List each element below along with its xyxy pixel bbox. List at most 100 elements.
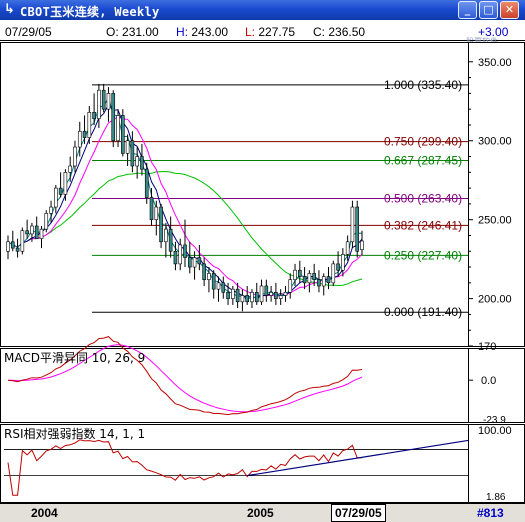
candle-body: [360, 240, 364, 250]
open-value: 231.00: [122, 25, 159, 39]
year-label-2004: 2004: [31, 506, 58, 520]
candle-body: [164, 228, 168, 243]
close-label: C:: [313, 25, 325, 39]
time-axis-bar: 2004 2005 07/29/05 #813: [0, 503, 525, 522]
candle-body: [317, 279, 321, 287]
candle-body: [245, 295, 249, 303]
candle-body: [101, 89, 106, 110]
candle-body: [226, 292, 230, 299]
fib-label-0.000: 0.000 (191.40): [384, 305, 462, 319]
candle-body: [25, 230, 29, 235]
candle-body: [140, 156, 144, 170]
candle-body: [231, 288, 235, 299]
candle-body: [235, 288, 240, 303]
candle-body: [216, 282, 221, 290]
ohlc-info-bar: 07/29/05 O: 231.00 H: 243.00 L: 227.75 C…: [0, 22, 525, 46]
candle-body: [183, 244, 187, 258]
candle-body: [130, 140, 135, 167]
year-label-2005: 2005: [247, 506, 274, 520]
open-label: O:: [106, 25, 119, 39]
candle-body: [302, 276, 307, 284]
candle-body: [149, 197, 154, 220]
candle-body: [293, 269, 297, 280]
info-low: L: 227.75: [245, 25, 295, 39]
candle-body: [345, 241, 350, 255]
candle-body: [116, 115, 120, 142]
info-open: O: 231.00: [106, 25, 159, 39]
candle-body: [298, 269, 302, 277]
macd-title: MACD平滑异同 10, 26, 9: [4, 351, 145, 365]
candle-body: [30, 225, 34, 235]
candle-body: [288, 279, 293, 293]
close-icon: ✕: [504, 3, 515, 16]
candle-body: [240, 295, 245, 303]
candle-body: [264, 285, 269, 296]
close-button[interactable]: ✕: [500, 1, 519, 19]
candle-body: [49, 206, 53, 214]
candle-body: [15, 247, 20, 252]
chart-area[interactable]: 350.00 300.00 250.00 200.00 170 1.000 (335.40…: [0, 42, 525, 503]
macd-axis-label: 0.0: [481, 375, 496, 387]
candle-body: [159, 206, 163, 243]
high-value: 243.00: [191, 25, 229, 39]
candle-body: [192, 257, 197, 268]
candle-body: [312, 273, 316, 280]
candle-body: [135, 156, 139, 167]
candle-body: [54, 187, 58, 208]
candle-body: [73, 146, 77, 167]
window-title: CBOT玉米连续, Weekly: [20, 5, 160, 19]
candle-body: [331, 263, 336, 284]
candle-body: [10, 241, 15, 249]
candle-body: [211, 273, 216, 290]
candle-body: [20, 230, 25, 252]
candle-body: [168, 228, 173, 252]
candle-body: [274, 292, 278, 299]
candle-body: [6, 241, 10, 252]
candle-body: [221, 282, 226, 293]
candle-body: [187, 257, 192, 268]
candle-body: [39, 228, 44, 239]
candle-body: [87, 112, 92, 138]
low-label: L:: [245, 25, 256, 39]
info-high: H: 243.00: [176, 25, 228, 39]
fib-label-0.382: 0.382 (246.41): [384, 218, 462, 232]
candle-body: [178, 244, 183, 265]
cursor-date-label: 07/29/05: [331, 504, 386, 522]
chart-icon[interactable]: ↳: [4, 3, 16, 17]
candle-body: [321, 276, 326, 287]
fib-label-0.250: 0.250 (227.40): [384, 248, 462, 262]
candle-body: [144, 168, 149, 198]
candle-body: [197, 257, 202, 265]
candle-body: [336, 263, 340, 271]
candle-body: [97, 89, 101, 119]
rsi-title: RSI相对强弱指数 14, 1, 1: [4, 426, 145, 441]
rsi-axis-label: 1.86: [486, 492, 506, 503]
price-axis-label: 200.00: [478, 294, 512, 306]
info-close: C: 236.50: [313, 25, 365, 39]
rsi-axis-label: 100.00: [478, 425, 512, 437]
candle-body: [121, 115, 125, 154]
fib-label-0.750: 0.750 (299.40): [384, 135, 462, 149]
bar-count: #813: [477, 506, 504, 520]
candle-body: [106, 93, 111, 110]
candle-body: [44, 213, 49, 230]
candle-body: [202, 263, 206, 280]
candle-body: [341, 254, 345, 271]
maximize-button[interactable]: □: [479, 1, 498, 19]
low-value: 227.75: [258, 25, 296, 39]
minimize-button[interactable]: _: [458, 1, 477, 19]
maximize-icon: □: [483, 3, 494, 16]
candle-body: [125, 140, 130, 154]
candle-body: [111, 93, 116, 142]
price-axis-label: 250.00: [478, 215, 512, 227]
candle-body: [307, 273, 312, 284]
price-axis-label: 350.00: [478, 57, 512, 69]
fib-label-1.000: 1.000 (335.40): [384, 78, 462, 92]
candle-body: [254, 292, 259, 303]
candle-body: [283, 292, 288, 296]
candle-body: [350, 206, 355, 243]
candle-body: [68, 165, 72, 173]
close-value: 236.50: [328, 25, 366, 39]
candle-body: [250, 292, 254, 303]
candle-body: [355, 206, 360, 252]
